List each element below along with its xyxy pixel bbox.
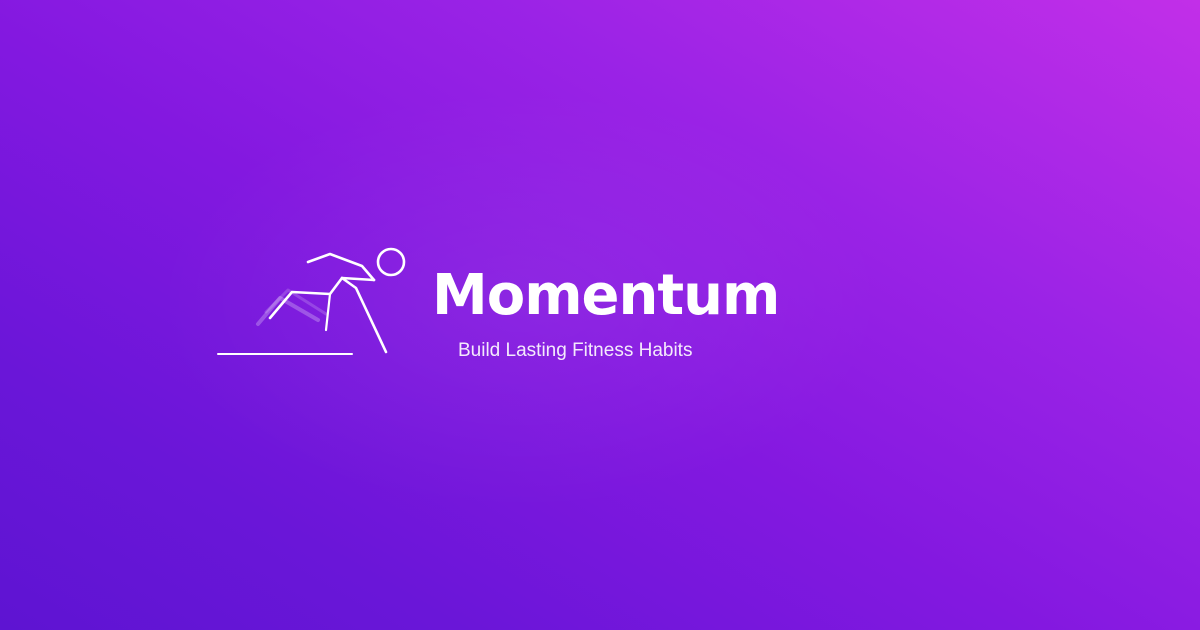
hero-banner: Momentum Build Lasting Fitness Habits — [0, 0, 1200, 630]
brand-name: Momentum — [432, 263, 780, 328]
tagline: Build Lasting Fitness Habits — [458, 340, 693, 361]
sprinting-runner-icon — [30, 247, 406, 355]
